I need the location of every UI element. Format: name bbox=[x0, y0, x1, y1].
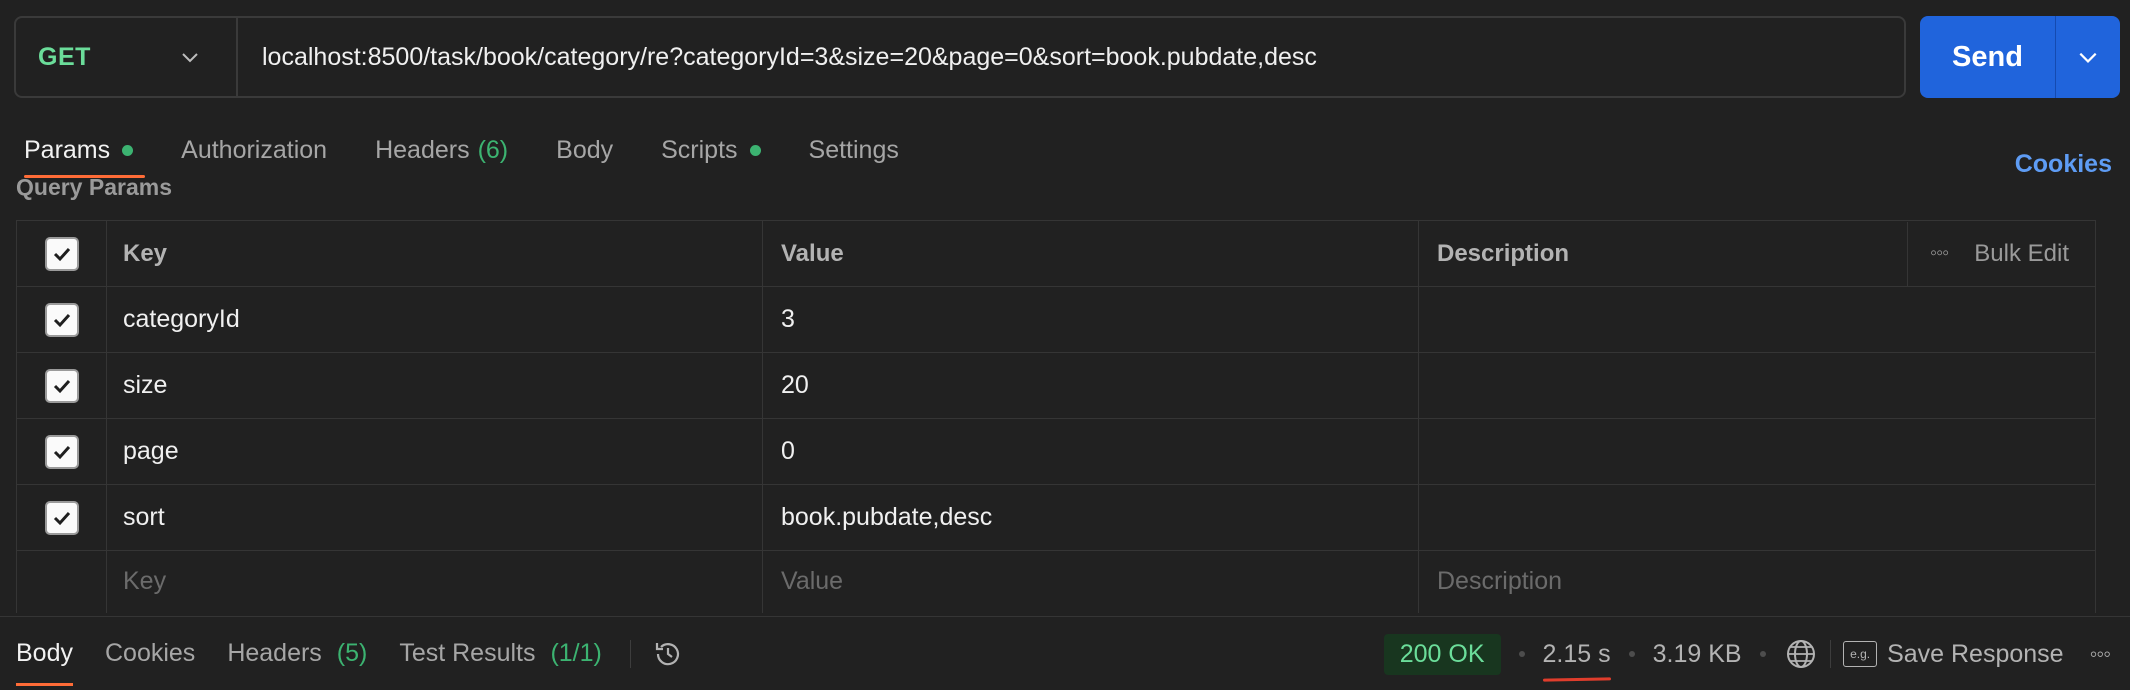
new-param-row: Key Value Description bbox=[16, 550, 2096, 613]
save-response-button[interactable]: e.g. Save Response bbox=[1843, 640, 2064, 669]
tab-count: (1/1) bbox=[550, 639, 602, 667]
param-key[interactable]: sort bbox=[106, 484, 763, 551]
key-header: Key bbox=[106, 220, 763, 287]
param-value[interactable]: 20 bbox=[762, 352, 1419, 419]
value-placeholder[interactable]: Value bbox=[762, 550, 1419, 613]
param-value[interactable]: 3 bbox=[762, 286, 1419, 353]
url-input[interactable] bbox=[238, 18, 1904, 96]
checkbox-icon bbox=[53, 379, 70, 393]
response-tab-test-results[interactable]: Test Results (1/1) bbox=[399, 639, 602, 668]
method-select[interactable]: GET bbox=[16, 18, 238, 96]
table-row: categoryId 3 bbox=[16, 286, 2096, 353]
cookies-link[interactable]: Cookies bbox=[2015, 150, 2112, 179]
row-checkbox[interactable] bbox=[44, 434, 79, 469]
tab-label: Headers bbox=[375, 135, 470, 164]
table-header-row: Key Value Description ◦◦◦ Bulk Edit bbox=[16, 220, 2096, 287]
tab-label: Authorization bbox=[181, 135, 328, 164]
description-header: Description bbox=[1437, 239, 1570, 267]
param-value[interactable]: 0 bbox=[762, 418, 1419, 485]
query-params-title: Query Params bbox=[16, 174, 172, 200]
tab-label: Scripts bbox=[661, 135, 738, 164]
row-checkbox[interactable] bbox=[44, 368, 79, 403]
tab-label: Test Results bbox=[399, 639, 536, 667]
more-icon[interactable]: ◦◦◦ bbox=[2090, 641, 2111, 667]
checkbox-icon bbox=[53, 247, 70, 261]
url-bar: GET bbox=[14, 16, 1906, 98]
param-description[interactable] bbox=[1418, 418, 2096, 485]
status-badge[interactable]: 200 OK bbox=[1383, 633, 1501, 675]
tab-body[interactable]: Body bbox=[556, 128, 613, 172]
checkbox-icon bbox=[53, 511, 70, 525]
checkbox-cell bbox=[16, 352, 107, 419]
tab-headers[interactable]: Headers (6) bbox=[375, 128, 508, 172]
tab-label: Headers bbox=[227, 639, 322, 667]
response-meta: 200 OK 2.15 s 3.19 KB e.g. Save Response… bbox=[1383, 617, 2111, 690]
more-icon: ◦◦◦ bbox=[1930, 242, 1949, 264]
key-placeholder[interactable]: Key bbox=[106, 550, 763, 613]
response-tab-body[interactable]: Body bbox=[16, 639, 73, 686]
bullet-separator bbox=[1759, 651, 1766, 657]
status-dot bbox=[122, 144, 134, 156]
table-row: sort book.pubdate,desc bbox=[16, 484, 2096, 551]
tab-count: (5) bbox=[336, 639, 368, 667]
response-time[interactable]: 2.15 s bbox=[1543, 640, 1611, 669]
row-checkbox[interactable] bbox=[44, 500, 79, 535]
value-header: Value bbox=[762, 220, 1419, 287]
header-checkbox-cell bbox=[16, 220, 107, 287]
description-placeholder[interactable]: Description bbox=[1418, 550, 2096, 613]
checkbox-cell bbox=[16, 286, 107, 353]
send-button[interactable]: Send bbox=[1920, 16, 2056, 98]
response-bar: Body Cookies Headers (5) Test Results (1… bbox=[0, 616, 2130, 690]
send-button-group: Send bbox=[1920, 16, 2120, 98]
row-checkbox[interactable] bbox=[44, 302, 79, 337]
param-value[interactable]: book.pubdate,desc bbox=[762, 484, 1419, 551]
save-response-label: Save Response bbox=[1887, 639, 2064, 668]
tab-label: Body bbox=[556, 135, 614, 164]
tab-scripts[interactable]: Scripts bbox=[661, 128, 761, 172]
chevron-down-icon bbox=[2079, 52, 2097, 63]
checkbox-cell bbox=[16, 418, 107, 485]
bulk-edit-label: Bulk Edit bbox=[1974, 239, 2069, 267]
tab-label: Settings bbox=[808, 135, 899, 164]
param-key[interactable]: page bbox=[106, 418, 763, 485]
param-description[interactable] bbox=[1418, 484, 2096, 551]
table-row: page 0 bbox=[16, 418, 2096, 485]
checkbox-icon bbox=[53, 313, 70, 327]
bullet-separator bbox=[1518, 651, 1525, 657]
divider bbox=[629, 639, 632, 668]
save-response-icon: e.g. bbox=[1843, 641, 1878, 667]
response-tab-cookies[interactable]: Cookies bbox=[105, 639, 195, 668]
send-dropdown-button[interactable] bbox=[2056, 16, 2120, 98]
checkbox-icon bbox=[53, 445, 70, 459]
param-key[interactable]: size bbox=[106, 352, 763, 419]
param-description[interactable] bbox=[1418, 352, 2096, 419]
empty-checkbox-cell bbox=[16, 550, 107, 613]
checkbox-cell bbox=[16, 484, 107, 551]
param-key[interactable]: categoryId bbox=[106, 286, 763, 353]
bullet-separator bbox=[1628, 651, 1635, 657]
response-tab-headers[interactable]: Headers (5) bbox=[227, 639, 367, 668]
tab-settings[interactable]: Settings bbox=[809, 128, 899, 172]
select-all-checkbox[interactable] bbox=[44, 236, 79, 271]
tab-count: (6) bbox=[477, 135, 509, 164]
tab-authorization[interactable]: Authorization bbox=[181, 128, 327, 172]
status-dot bbox=[749, 144, 761, 156]
table-row: size 20 bbox=[16, 352, 2096, 419]
chevron-down-icon bbox=[182, 53, 198, 63]
param-description[interactable] bbox=[1418, 286, 2096, 353]
globe-icon[interactable] bbox=[1784, 637, 1818, 671]
tab-params[interactable]: Params bbox=[24, 128, 146, 178]
method-label: GET bbox=[38, 42, 91, 71]
bulk-edit-button[interactable]: ◦◦◦ Bulk Edit bbox=[1907, 221, 2095, 286]
divider bbox=[1829, 640, 1832, 668]
description-header-cell: Description ◦◦◦ Bulk Edit bbox=[1418, 220, 2096, 287]
history-icon[interactable] bbox=[651, 637, 685, 671]
response-size[interactable]: 3.19 KB bbox=[1653, 640, 1742, 669]
tab-label: Params bbox=[24, 135, 111, 164]
params-table: Key Value Description ◦◦◦ Bulk Edit cate… bbox=[16, 220, 2096, 613]
